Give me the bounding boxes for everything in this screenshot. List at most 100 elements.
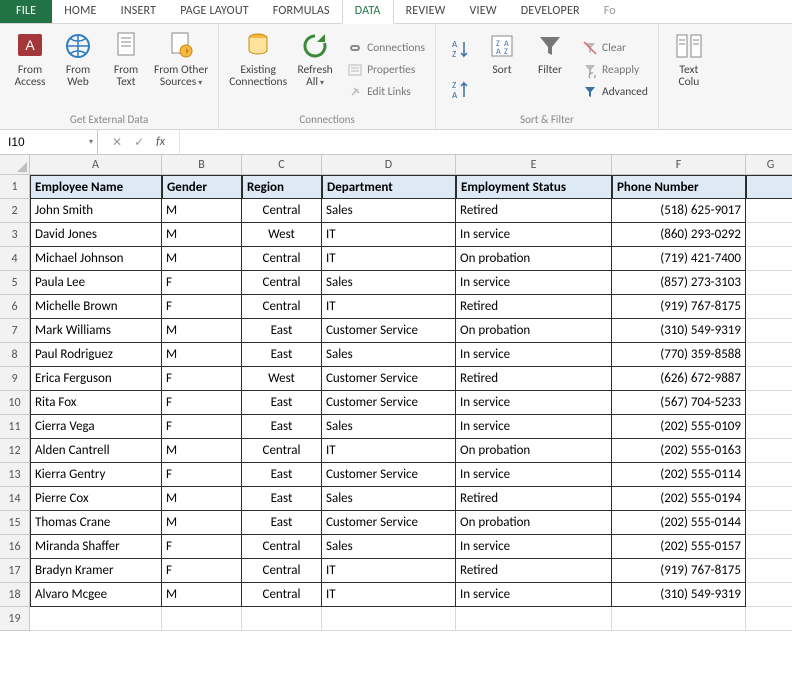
from-web-button[interactable]: FromWeb	[54, 28, 102, 111]
cell[interactable]: Customer Service	[322, 391, 456, 415]
cell[interactable]: On probation	[456, 511, 612, 535]
cell[interactable]: East	[242, 487, 322, 511]
tab-home[interactable]: HOME	[52, 0, 108, 23]
cell[interactable]: Miranda Shaffer	[30, 535, 162, 559]
cell[interactable]	[746, 247, 792, 271]
col-header-A[interactable]: A	[30, 155, 162, 175]
tab-insert[interactable]: INSERT	[109, 0, 169, 23]
cell[interactable]: Alden Cantrell	[30, 439, 162, 463]
cell[interactable]: Customer Service	[322, 367, 456, 391]
cell[interactable]: Erica Ferguson	[30, 367, 162, 391]
row-header[interactable]: 4	[0, 247, 30, 271]
cell[interactable]: Retired	[456, 559, 612, 583]
existing-connections-button[interactable]: ExistingConnections	[225, 28, 291, 111]
cell[interactable]	[456, 607, 612, 631]
row-header[interactable]: 7	[0, 319, 30, 343]
cell[interactable]	[746, 199, 792, 223]
cell[interactable]: Cierra Vega	[30, 415, 162, 439]
cell[interactable]	[746, 271, 792, 295]
row-header[interactable]: 5	[0, 271, 30, 295]
cell[interactable]	[746, 319, 792, 343]
cell[interactable]: IT	[322, 439, 456, 463]
cell[interactable]: M	[162, 199, 242, 223]
cell[interactable]: IT	[322, 223, 456, 247]
col-header-E[interactable]: E	[456, 155, 612, 175]
row-header[interactable]: 19	[0, 607, 30, 631]
cell[interactable]: In service	[456, 391, 612, 415]
cell[interactable]: Customer Service	[322, 511, 456, 535]
cell[interactable]	[746, 511, 792, 535]
cell[interactable]: Sales	[322, 487, 456, 511]
cell[interactable]	[746, 535, 792, 559]
name-box-input[interactable]	[6, 134, 76, 150]
col-header-F[interactable]: F	[612, 155, 746, 175]
cell[interactable]	[746, 175, 792, 199]
cell[interactable]: Central	[242, 295, 322, 319]
cell[interactable]	[746, 463, 792, 487]
cell[interactable]: East	[242, 463, 322, 487]
cell[interactable]: M	[162, 223, 242, 247]
cell[interactable]: Mark Williams	[30, 319, 162, 343]
cell[interactable]: Paula Lee	[30, 271, 162, 295]
row-header[interactable]: 13	[0, 463, 30, 487]
cell[interactable]: Central	[242, 583, 322, 607]
cell[interactable]: Paul Rodriguez	[30, 343, 162, 367]
cell[interactable]: M	[162, 319, 242, 343]
advanced-button[interactable]: Advanced	[578, 81, 652, 103]
row-header[interactable]: 12	[0, 439, 30, 463]
cell[interactable]: (518) 625-9017	[612, 199, 746, 223]
tab-page-layout[interactable]: PAGE LAYOUT	[168, 0, 261, 23]
cell[interactable]: East	[242, 511, 322, 535]
cell[interactable]: In service	[456, 415, 612, 439]
row-header[interactable]: 3	[0, 223, 30, 247]
cell[interactable]	[162, 607, 242, 631]
cell[interactable]: Sales	[322, 415, 456, 439]
cell[interactable]: John Smith	[30, 199, 162, 223]
cell[interactable]	[242, 607, 322, 631]
cell[interactable]: Sales	[322, 199, 456, 223]
cell[interactable]	[746, 367, 792, 391]
cell[interactable]: M	[162, 511, 242, 535]
cell[interactable]: IT	[322, 295, 456, 319]
select-all-corner[interactable]	[0, 155, 30, 175]
cell[interactable]: F	[162, 415, 242, 439]
cell[interactable]: Department	[322, 175, 456, 199]
row-header[interactable]: 14	[0, 487, 30, 511]
cell[interactable]	[746, 583, 792, 607]
cell[interactable]: M	[162, 247, 242, 271]
cell[interactable]	[746, 439, 792, 463]
cell[interactable]	[746, 415, 792, 439]
from-other-sources-button[interactable]: From OtherSources▾	[150, 28, 212, 111]
cell[interactable]	[746, 487, 792, 511]
cell[interactable]: M	[162, 439, 242, 463]
row-header[interactable]: 17	[0, 559, 30, 583]
col-header-B[interactable]: B	[162, 155, 242, 175]
row-header[interactable]: 15	[0, 511, 30, 535]
cell[interactable]: F	[162, 295, 242, 319]
cell[interactable]: Alvaro Mcgee	[30, 583, 162, 607]
row-header[interactable]: 2	[0, 199, 30, 223]
cancel-formula-button[interactable]: ✕	[112, 135, 122, 150]
cell[interactable]: F	[162, 367, 242, 391]
cell[interactable]: In service	[456, 583, 612, 607]
cell[interactable]: West	[242, 223, 322, 247]
sort-button[interactable]: ZAAZ Sort	[478, 28, 526, 111]
col-header-C[interactable]: C	[242, 155, 322, 175]
cell[interactable]: Kierra Gentry	[30, 463, 162, 487]
cell[interactable]: (310) 549-9319	[612, 583, 746, 607]
row-header[interactable]: 11	[0, 415, 30, 439]
cell[interactable]: F	[162, 535, 242, 559]
tab-formulas[interactable]: FORMULAS	[261, 0, 342, 23]
cell[interactable]: (202) 555-0144	[612, 511, 746, 535]
cell[interactable]: (626) 672-9887	[612, 367, 746, 391]
cell[interactable]: Customer Service	[322, 319, 456, 343]
edit-links-button[interactable]: Edit Links	[343, 81, 429, 103]
cell[interactable]: West	[242, 367, 322, 391]
cell[interactable]: (202) 555-0194	[612, 487, 746, 511]
from-text-button[interactable]: FromText	[102, 28, 150, 111]
cell[interactable]	[30, 607, 162, 631]
cell[interactable]: Bradyn Kramer	[30, 559, 162, 583]
cell[interactable]: Retired	[456, 487, 612, 511]
cell[interactable]: Michelle Brown	[30, 295, 162, 319]
tab-review[interactable]: REVIEW	[394, 0, 458, 23]
